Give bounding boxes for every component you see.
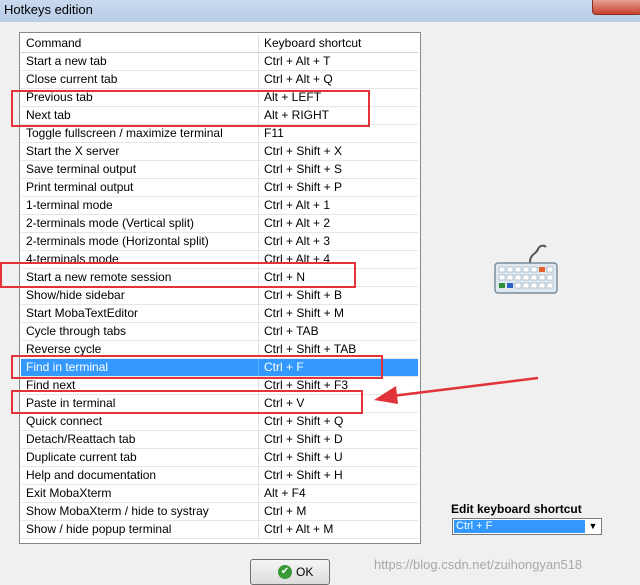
column-divider	[258, 53, 259, 70]
command-cell[interactable]: 1-terminal mode	[26, 197, 254, 214]
command-cell[interactable]: Start a new tab	[26, 53, 254, 70]
column-divider	[258, 323, 259, 340]
shortcut-cell[interactable]: Ctrl + TAB	[264, 323, 414, 340]
ok-button-label: OK	[296, 565, 314, 579]
table-row[interactable]: Help and documentation Ctrl + Shift + H	[21, 467, 418, 485]
column-divider[interactable]	[258, 35, 259, 52]
table-row[interactable]: Save terminal output Ctrl + Shift + S	[21, 161, 418, 179]
command-cell[interactable]: Close current tab	[26, 71, 254, 88]
command-cell[interactable]: Start the X server	[26, 143, 254, 160]
shortcut-cell[interactable]: Ctrl + Alt + 3	[264, 233, 414, 250]
table-row[interactable]: Start the X server Ctrl + Shift + X	[21, 143, 418, 161]
table-row[interactable]: 1-terminal mode Ctrl + Alt + 1	[21, 197, 418, 215]
table-row[interactable]: Close current tab Ctrl + Alt + Q	[21, 71, 418, 89]
close-button[interactable]	[592, 0, 640, 15]
column-divider	[258, 161, 259, 178]
column-divider	[258, 179, 259, 196]
command-cell[interactable]: Detach/Reattach tab	[26, 431, 254, 448]
table-row[interactable]: Toggle fullscreen / maximize terminal F11	[21, 125, 418, 143]
column-divider	[258, 197, 259, 214]
table-header: Command Keyboard shortcut	[21, 35, 418, 53]
shortcut-cell[interactable]: Ctrl + Shift + M	[264, 305, 414, 322]
shortcut-cell[interactable]: Ctrl + Shift + B	[264, 287, 414, 304]
table-row[interactable]: 2-terminals mode (Horizontal split) Ctrl …	[21, 233, 418, 251]
keyboard-icon	[494, 244, 558, 294]
edit-shortcut-label: Edit keyboard shortcut	[451, 502, 582, 516]
checkmark-icon: ✔	[278, 565, 292, 579]
shortcut-cell[interactable]: Ctrl + Shift + P	[264, 179, 414, 196]
shortcut-select[interactable]: Ctrl + F ▼	[452, 518, 602, 535]
column-divider	[258, 233, 259, 250]
column-header-command[interactable]: Command	[26, 35, 254, 52]
shortcut-cell[interactable]: Ctrl + Shift + X	[264, 143, 414, 160]
shortcut-cell[interactable]: F11	[264, 125, 414, 142]
chevron-down-icon[interactable]: ▼	[585, 519, 601, 534]
command-cell[interactable]: Start MobaTextEditor	[26, 305, 254, 322]
shortcut-cell[interactable]: Ctrl + Alt + 1	[264, 197, 414, 214]
shortcut-cell[interactable]: Ctrl + Shift + Q	[264, 413, 414, 430]
table-row[interactable]: Start MobaTextEditor Ctrl + Shift + M	[21, 305, 418, 323]
column-header-shortcut[interactable]: Keyboard shortcut	[264, 35, 414, 52]
command-cell[interactable]: Exit MobaXterm	[26, 485, 254, 502]
column-divider	[258, 413, 259, 430]
shortcut-cell[interactable]: Ctrl + Shift + U	[264, 449, 414, 466]
command-cell[interactable]: Cycle through tabs	[26, 323, 254, 340]
table-row[interactable]: Exit MobaXterm Alt + F4	[21, 485, 418, 503]
shortcut-cell[interactable]: Ctrl + Alt + Q	[264, 71, 414, 88]
column-divider	[258, 485, 259, 502]
shortcut-cell[interactable]: Ctrl + Shift + S	[264, 161, 414, 178]
shortcut-cell[interactable]: Ctrl + Shift + H	[264, 467, 414, 484]
column-divider	[258, 503, 259, 520]
column-divider	[258, 287, 259, 304]
column-divider	[258, 431, 259, 448]
table-row[interactable]: Cycle through tabs Ctrl + TAB	[21, 323, 418, 341]
annotation-box	[11, 355, 383, 379]
command-cell[interactable]: 2-terminals mode (Horizontal split)	[26, 233, 254, 250]
command-cell[interactable]: Show / hide popup terminal	[26, 521, 254, 538]
column-divider	[258, 521, 259, 538]
annotation-box	[0, 262, 356, 288]
command-cell[interactable]: Help and documentation	[26, 467, 254, 484]
shortcut-cell[interactable]: Ctrl + Alt + M	[264, 521, 414, 538]
shortcut-cell[interactable]: Ctrl + Alt + T	[264, 53, 414, 70]
table-row[interactable]: Quick connect Ctrl + Shift + Q	[21, 413, 418, 431]
table-row[interactable]: Start a new tab Ctrl + Alt + T	[21, 53, 418, 71]
table-row[interactable]: Show/hide sidebar Ctrl + Shift + B	[21, 287, 418, 305]
shortcut-cell[interactable]: Ctrl + Shift + D	[264, 431, 414, 448]
table-row[interactable]: 2-terminals mode (Vertical split) Ctrl + …	[21, 215, 418, 233]
command-cell[interactable]: Show/hide sidebar	[26, 287, 254, 304]
command-cell[interactable]: Quick connect	[26, 413, 254, 430]
table-row[interactable]: Show / hide popup terminal Ctrl + Alt + M	[21, 521, 418, 539]
command-cell[interactable]: Show MobaXterm / hide to systray	[26, 503, 254, 520]
column-divider	[258, 467, 259, 484]
column-divider	[258, 71, 259, 88]
command-cell[interactable]: Toggle fullscreen / maximize terminal	[26, 125, 254, 142]
title-bar: Hotkeys edition	[0, 0, 640, 23]
shortcut-select-value[interactable]: Ctrl + F	[454, 520, 585, 533]
table-row[interactable]: Print terminal output Ctrl + Shift + P	[21, 179, 418, 197]
shortcut-cell[interactable]: Alt + F4	[264, 485, 414, 502]
table-row[interactable]: Show MobaXterm / hide to systray Ctrl + M	[21, 503, 418, 521]
command-cell[interactable]: Print terminal output	[26, 179, 254, 196]
annotation-arrow	[374, 376, 539, 404]
shortcut-cell[interactable]: Ctrl + Alt + 2	[264, 215, 414, 232]
column-divider	[258, 305, 259, 322]
command-cell[interactable]: Duplicate current tab	[26, 449, 254, 466]
window-title: Hotkeys edition	[4, 2, 93, 17]
command-cell[interactable]: Save terminal output	[26, 161, 254, 178]
column-divider	[258, 449, 259, 466]
column-divider	[258, 215, 259, 232]
column-divider	[258, 143, 259, 160]
column-divider	[258, 125, 259, 142]
watermark-text: https://blog.csdn.net/zuihongyan518	[374, 557, 583, 572]
table-row[interactable]: Detach/Reattach tab Ctrl + Shift + D	[21, 431, 418, 449]
annotation-box	[11, 390, 363, 414]
shortcut-cell[interactable]: Ctrl + M	[264, 503, 414, 520]
command-cell[interactable]: 2-terminals mode (Vertical split)	[26, 215, 254, 232]
table-row[interactable]: Duplicate current tab Ctrl + Shift + U	[21, 449, 418, 467]
annotation-box	[11, 90, 370, 127]
ok-button[interactable]: ✔ OK	[250, 559, 330, 585]
